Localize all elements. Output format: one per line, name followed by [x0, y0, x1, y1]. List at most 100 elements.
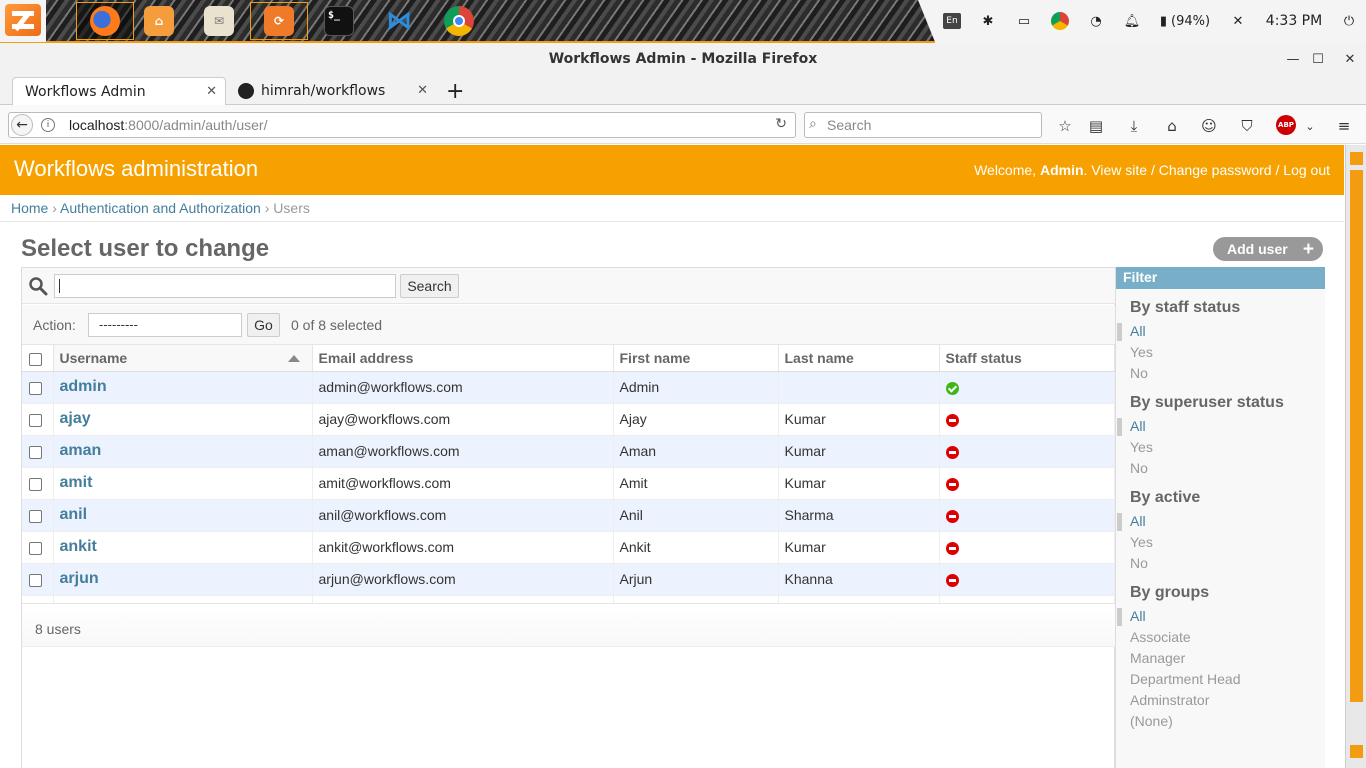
wifi-icon[interactable]: ◔ [1078, 0, 1114, 42]
row-checkbox[interactable] [29, 477, 42, 491]
filter-option[interactable]: Manager [1116, 648, 1325, 669]
breadcrumb-auth[interactable]: Authentication and Authorization [60, 200, 261, 216]
filter-option[interactable]: All [1116, 606, 1325, 627]
column-header-email[interactable]: Email address [312, 345, 614, 372]
notification-bell-icon[interactable]: 🔔︎ [1114, 0, 1150, 42]
reload-icon[interactable]: ↻ [775, 116, 787, 132]
search-input[interactable] [54, 274, 396, 298]
close-window-icon[interactable]: ✕ [1340, 49, 1360, 69]
breadcrumb-home[interactable]: Home [11, 200, 48, 216]
reading-list-icon[interactable]: ▤ [1085, 115, 1107, 137]
filter-option[interactable]: All [1116, 321, 1325, 342]
row-checkbox[interactable] [29, 541, 42, 555]
page-scrollbar[interactable] [1345, 145, 1366, 768]
username-link[interactable]: amit [53, 467, 313, 500]
filter-option[interactable]: All [1116, 416, 1325, 437]
battery-indicator[interactable]: ▮ (94%) [1150, 0, 1220, 42]
change-password-link[interactable]: Change password [1159, 162, 1272, 178]
tab-workflows-admin[interactable]: Workflows Admin ✕ [12, 77, 226, 105]
close-tab-icon[interactable]: ✕ [206, 84, 217, 99]
search-button[interactable]: Search [400, 274, 459, 298]
row-checkbox[interactable] [29, 445, 42, 459]
row-checkbox[interactable] [29, 573, 42, 587]
logout-link[interactable]: Log out [1283, 162, 1330, 178]
chat-icon[interactable]: ☺ [1198, 115, 1220, 137]
filter-option[interactable]: Yes [1116, 437, 1325, 458]
column-header-label: Last name [784, 349, 854, 366]
adblock-icon[interactable]: ABP [1276, 115, 1296, 135]
username-link[interactable]: arjun [53, 563, 313, 596]
hamburger-menu-icon[interactable]: ≡ [1333, 115, 1355, 137]
filter-option[interactable]: Yes [1116, 342, 1325, 363]
row-checkbox[interactable] [29, 413, 42, 427]
column-header-last-name[interactable]: Last name [778, 345, 940, 372]
filter-option[interactable]: No [1116, 363, 1325, 384]
filter-option[interactable]: All [1116, 511, 1325, 532]
tab-github-workflows[interactable]: himrah/workflows ✕ [226, 77, 436, 105]
back-icon[interactable]: ← [11, 114, 33, 136]
keyboard-layout-indicator[interactable]: En [934, 0, 970, 42]
filter-option[interactable]: Associate [1116, 627, 1325, 648]
action-select[interactable]: --------- [88, 313, 242, 337]
taskbar-firefox[interactable] [76, 2, 134, 40]
scrollbar-thumb[interactable] [1350, 170, 1363, 702]
display-icon[interactable]: ▭ [1006, 0, 1042, 42]
username-link[interactable]: admin [53, 371, 313, 404]
column-header-staff-status[interactable]: Staff status [939, 345, 1115, 372]
system-panel: ⌂ ✉ ⟳ $_ ⋈ En ✱ ▭ ◔ 🔔︎ ▮ (94%) ✕ 4:33 PM… [0, 0, 1366, 43]
url-bar[interactable]: ← i localhost:8000/admin/auth/user/ ↻ [8, 112, 796, 138]
add-user-button[interactable]: Add user + [1213, 237, 1323, 261]
taskbar-software-update[interactable]: ⟳ [250, 2, 308, 40]
last-name-cell: Khanna [778, 563, 940, 596]
home-icon[interactable]: ⌂ [1161, 115, 1183, 137]
web-search-field[interactable]: ⌕ Search [804, 112, 1042, 138]
username-link[interactable]: ajay [53, 403, 313, 436]
filter-option[interactable]: Yes [1116, 532, 1325, 553]
taskbar-files[interactable]: ⌂ [130, 2, 188, 40]
sort-ascending-icon[interactable] [287, 355, 300, 362]
username-link[interactable]: anil [53, 499, 313, 532]
filter-option[interactable]: (None) [1116, 711, 1325, 732]
column-header-first-name[interactable]: First name [613, 345, 779, 372]
taskbar-terminal[interactable]: $_ [310, 2, 368, 40]
bookmark-star-icon[interactable]: ☆ [1054, 115, 1076, 137]
taskbar-chrome[interactable] [430, 2, 488, 40]
chrome-tray-icon[interactable] [1042, 0, 1078, 42]
site-brand[interactable]: Workflows administration [14, 156, 258, 182]
scroll-up-icon[interactable] [1350, 152, 1363, 165]
taskbar-vscode[interactable]: ⋈ [370, 2, 428, 40]
select-all-checkbox[interactable] [29, 352, 42, 366]
web-search-placeholder: Search [827, 117, 872, 133]
scroll-down-icon[interactable] [1350, 745, 1363, 758]
filter-option[interactable]: No [1116, 458, 1325, 479]
system-tray: En ✱ ▭ ◔ 🔔︎ ▮ (94%) ✕ 4:33 PM ⏻ [934, 0, 1366, 42]
site-info-icon[interactable]: i [41, 118, 55, 132]
filter-options: All Associate Manager Department Head Admins… [1116, 606, 1325, 732]
zorin-menu-button[interactable] [0, 0, 46, 42]
mute-icon[interactable]: ✕ [1220, 0, 1256, 42]
username-link[interactable]: ankit [53, 531, 313, 564]
new-tab-button[interactable]: + [436, 77, 472, 105]
table-body: admin admin@workflows.com Admin ajay ajay@wo… [22, 371, 1115, 628]
pocket-icon[interactable]: ⛉ [1236, 115, 1258, 137]
chevron-down-icon[interactable]: ⌄ [1299, 115, 1321, 137]
row-checkbox[interactable] [29, 509, 42, 523]
downloads-icon[interactable]: ⤓ [1123, 115, 1145, 137]
firefox-icon [90, 6, 120, 36]
minimize-icon[interactable]: — [1283, 49, 1303, 69]
maximize-icon[interactable]: ☐ [1308, 49, 1328, 69]
filter-option[interactable]: Department Head [1116, 669, 1325, 690]
go-button[interactable]: Go [247, 313, 280, 337]
bluetooth-icon[interactable]: ✱ [970, 0, 1006, 42]
close-tab-icon[interactable]: ✕ [417, 83, 428, 98]
filter-option[interactable]: No [1116, 553, 1325, 574]
taskbar-mail[interactable]: ✉ [190, 2, 248, 40]
filter-option[interactable]: Adminstrator [1116, 690, 1325, 711]
username-link[interactable]: aman [53, 435, 313, 468]
row-select-cell [22, 563, 54, 596]
column-header-username[interactable]: Username [53, 345, 313, 372]
power-icon[interactable]: ⏻ [1332, 0, 1366, 42]
view-site-link[interactable]: View site [1091, 162, 1147, 178]
clock[interactable]: 4:33 PM [1256, 0, 1332, 42]
row-checkbox[interactable] [29, 381, 42, 395]
